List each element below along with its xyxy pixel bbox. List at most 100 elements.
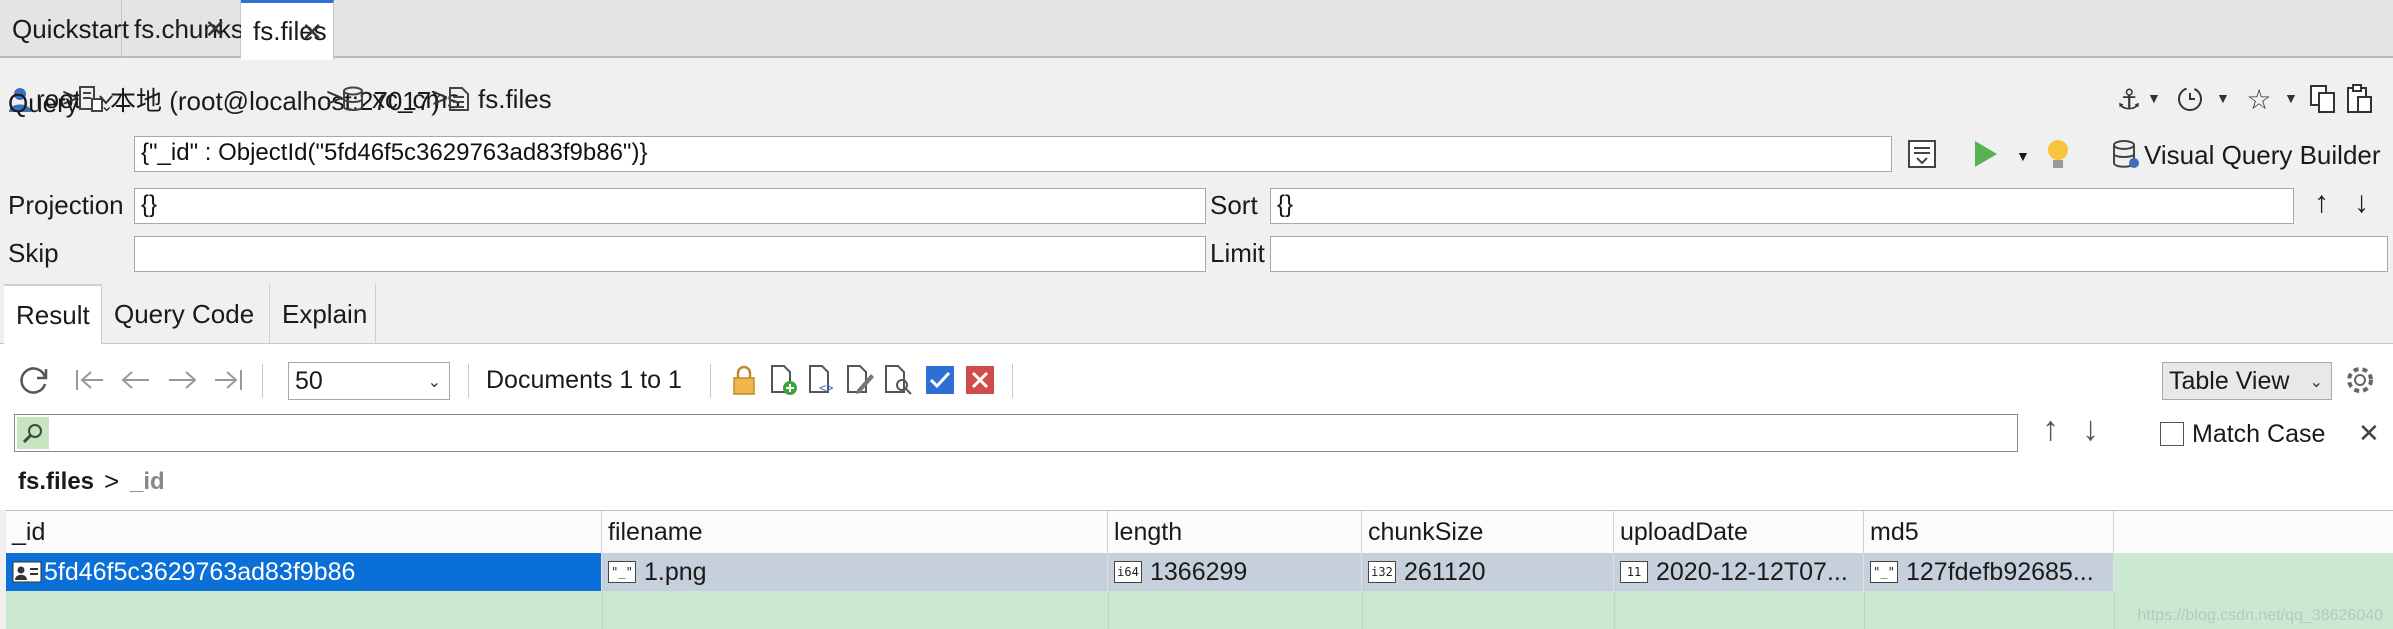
chevron-right-icon: > bbox=[326, 82, 343, 113]
table-cell-length[interactable]: i64 1366299 bbox=[1108, 553, 1362, 591]
column-header-filler bbox=[2114, 511, 2393, 553]
skip-input[interactable] bbox=[134, 236, 1206, 272]
document-id-icon bbox=[12, 561, 42, 583]
skip-label: Skip bbox=[8, 238, 59, 268]
page-size-value: 50 bbox=[295, 367, 323, 395]
arrow-down-icon[interactable]: ↓ bbox=[2354, 186, 2369, 220]
projection-input[interactable]: {} bbox=[134, 188, 1206, 224]
table-cell-id[interactable]: 5fd46f5c3629763ad83f9b86 bbox=[6, 553, 602, 591]
column-header-uploaddate[interactable]: uploadDate bbox=[1614, 511, 1864, 553]
tab-label: Result bbox=[16, 299, 90, 330]
match-case-label: Match Case bbox=[2192, 420, 2326, 448]
string-type-icon: "_" bbox=[1870, 561, 1898, 583]
tab-query-code[interactable]: Query Code bbox=[102, 284, 270, 344]
tab-explain[interactable]: Explain bbox=[270, 284, 376, 344]
chevron-down-icon: ⌄ bbox=[2309, 374, 2323, 391]
history-icon[interactable] bbox=[2173, 82, 2207, 116]
path-root[interactable]: fs.files bbox=[18, 468, 94, 496]
database-icon bbox=[2113, 140, 2139, 168]
tab-fs-files[interactable]: fs.files ✕ bbox=[241, 0, 334, 60]
chevron-down-icon[interactable]: ▼ bbox=[2147, 90, 2161, 106]
limit-label: Limit bbox=[1210, 238, 1265, 268]
chevron-right-icon: > bbox=[432, 82, 449, 113]
result-tabs: Result Query Code Explain bbox=[0, 284, 2393, 344]
column-header-filename[interactable]: filename bbox=[602, 511, 1108, 553]
refresh-icon[interactable] bbox=[16, 362, 52, 398]
query-history-dropdown[interactable] bbox=[98, 94, 114, 106]
view-mode-select[interactable]: Table View ⌄ bbox=[2162, 362, 2332, 400]
table-cell-filler bbox=[2114, 553, 2393, 591]
tab-label: Explain bbox=[282, 298, 368, 329]
tab-fs-chunks[interactable]: fs.chunks ✕ bbox=[122, 0, 244, 58]
next-page-icon[interactable] bbox=[164, 362, 200, 398]
star-icon[interactable]: ☆ bbox=[2242, 82, 2276, 116]
date-type-icon: 11 bbox=[1620, 561, 1648, 583]
database-icon bbox=[343, 86, 363, 111]
breadcrumb-collection[interactable]: fs.files bbox=[448, 74, 552, 124]
query-format-icon[interactable] bbox=[1904, 136, 1940, 172]
close-icon[interactable]: ✕ bbox=[2358, 418, 2380, 449]
search-icon bbox=[17, 417, 49, 449]
filter-input[interactable] bbox=[14, 414, 2018, 452]
breadcrumb-collection-label: fs.files bbox=[478, 83, 552, 114]
lock-icon[interactable] bbox=[726, 362, 762, 398]
projection-label: Projection bbox=[8, 190, 124, 220]
visual-query-builder-label: Visual Query Builder bbox=[2144, 139, 2381, 170]
table-cell-md5[interactable]: "_" 127fdefb92685... bbox=[1864, 553, 2114, 591]
chevron-down-icon[interactable]: ▼ bbox=[2284, 90, 2298, 106]
table-cell-chunksize[interactable]: i32 261120 bbox=[1362, 553, 1614, 591]
chevron-down-icon[interactable]: ▼ bbox=[2016, 148, 2030, 164]
empty-rows-area bbox=[6, 591, 2393, 629]
last-page-icon[interactable] bbox=[210, 362, 246, 398]
paste-icon[interactable] bbox=[2342, 82, 2376, 116]
int64-type-icon: i64 bbox=[1114, 561, 1142, 583]
delete-document-icon[interactable] bbox=[962, 362, 998, 398]
column-header-chunksize[interactable]: chunkSize bbox=[1362, 511, 1614, 553]
column-header-length[interactable]: length bbox=[1108, 511, 1362, 553]
toolbar-separator bbox=[1012, 364, 1013, 398]
limit-input[interactable] bbox=[1270, 236, 2388, 272]
arrow-up-icon[interactable]: ↑ bbox=[2314, 186, 2329, 220]
lightbulb-icon[interactable] bbox=[2040, 136, 2076, 172]
tab-label: Quickstart bbox=[12, 13, 130, 44]
cell-text: 1366299 bbox=[1150, 557, 1248, 586]
table-cell-filename[interactable]: "_" 1.png bbox=[602, 553, 1108, 591]
tab-label: fs.chunks bbox=[134, 13, 244, 44]
query-input[interactable]: {"_id" : ObjectId("5fd46f5c3629763ad83f9… bbox=[134, 136, 1892, 172]
sort-input[interactable]: {} bbox=[1270, 188, 2294, 224]
toolbar-separator bbox=[468, 364, 469, 398]
cell-text: 1.png bbox=[644, 557, 707, 586]
previous-page-icon[interactable] bbox=[118, 362, 154, 398]
results-table: _id filename length chunkSize uploadDate… bbox=[6, 510, 2393, 629]
editor-tab-strip: Quickstart fs.chunks ✕ fs.files ✕ bbox=[0, 0, 2393, 60]
page-size-select[interactable]: 50 ⌄ bbox=[288, 362, 450, 400]
gear-icon[interactable] bbox=[2342, 362, 2378, 398]
chevron-down-icon[interactable]: ▼ bbox=[2216, 90, 2230, 106]
path-field[interactable]: _id bbox=[130, 468, 165, 496]
run-query-button[interactable] bbox=[1968, 136, 2004, 172]
edit-document-icon[interactable] bbox=[842, 362, 878, 398]
match-case-checkbox[interactable] bbox=[2160, 422, 2184, 446]
toolbar-separator bbox=[710, 364, 711, 398]
int32-type-icon: i32 bbox=[1368, 561, 1396, 583]
first-page-icon[interactable] bbox=[72, 362, 108, 398]
copy-icon[interactable] bbox=[2306, 82, 2340, 116]
column-header-md5[interactable]: md5 bbox=[1864, 511, 2114, 553]
view-document-icon[interactable] bbox=[880, 362, 916, 398]
tab-result[interactable]: Result bbox=[4, 284, 102, 344]
table-cell-uploaddate[interactable]: 11 2020-12-12T07... bbox=[1614, 553, 1864, 591]
edit-json-icon[interactable]: <> bbox=[804, 362, 840, 398]
breadcrumb: root > 本地 (root@localhost:27017) > xc_cm… bbox=[0, 74, 2393, 124]
anchor-icon[interactable]: ⚓ bbox=[2112, 82, 2146, 116]
visual-query-builder-button[interactable]: Visual Query Builder bbox=[2112, 136, 2381, 174]
close-icon[interactable]: ✕ bbox=[301, 17, 323, 48]
arrow-down-icon[interactable]: ↓ bbox=[2082, 410, 2099, 449]
arrow-up-icon[interactable]: ↑ bbox=[2042, 410, 2059, 449]
cell-text: 2020-12-12T07... bbox=[1656, 557, 1848, 586]
column-header-id[interactable]: _id bbox=[6, 511, 602, 553]
cell-text: 5fd46f5c3629763ad83f9b86 bbox=[44, 557, 356, 586]
tab-quickstart[interactable]: Quickstart bbox=[0, 0, 129, 58]
validate-icon[interactable] bbox=[922, 362, 958, 398]
add-document-icon[interactable] bbox=[766, 362, 802, 398]
close-icon[interactable]: ✕ bbox=[204, 14, 226, 45]
